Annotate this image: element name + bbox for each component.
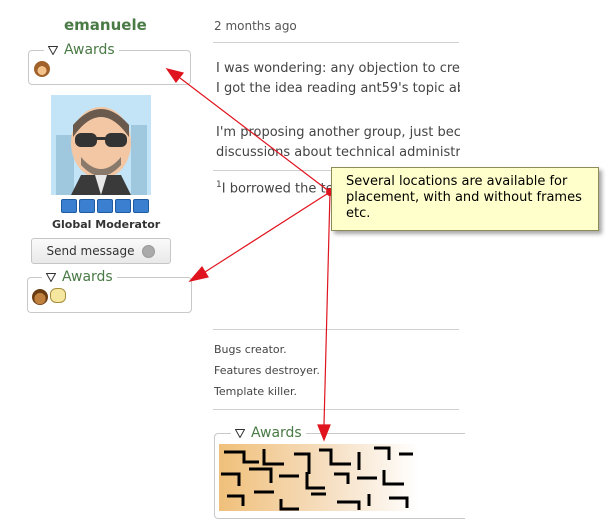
annotation-callout[interactable]: Several locations are available for plac… — [331, 167, 599, 231]
annotation-arrows — [165, 68, 334, 442]
